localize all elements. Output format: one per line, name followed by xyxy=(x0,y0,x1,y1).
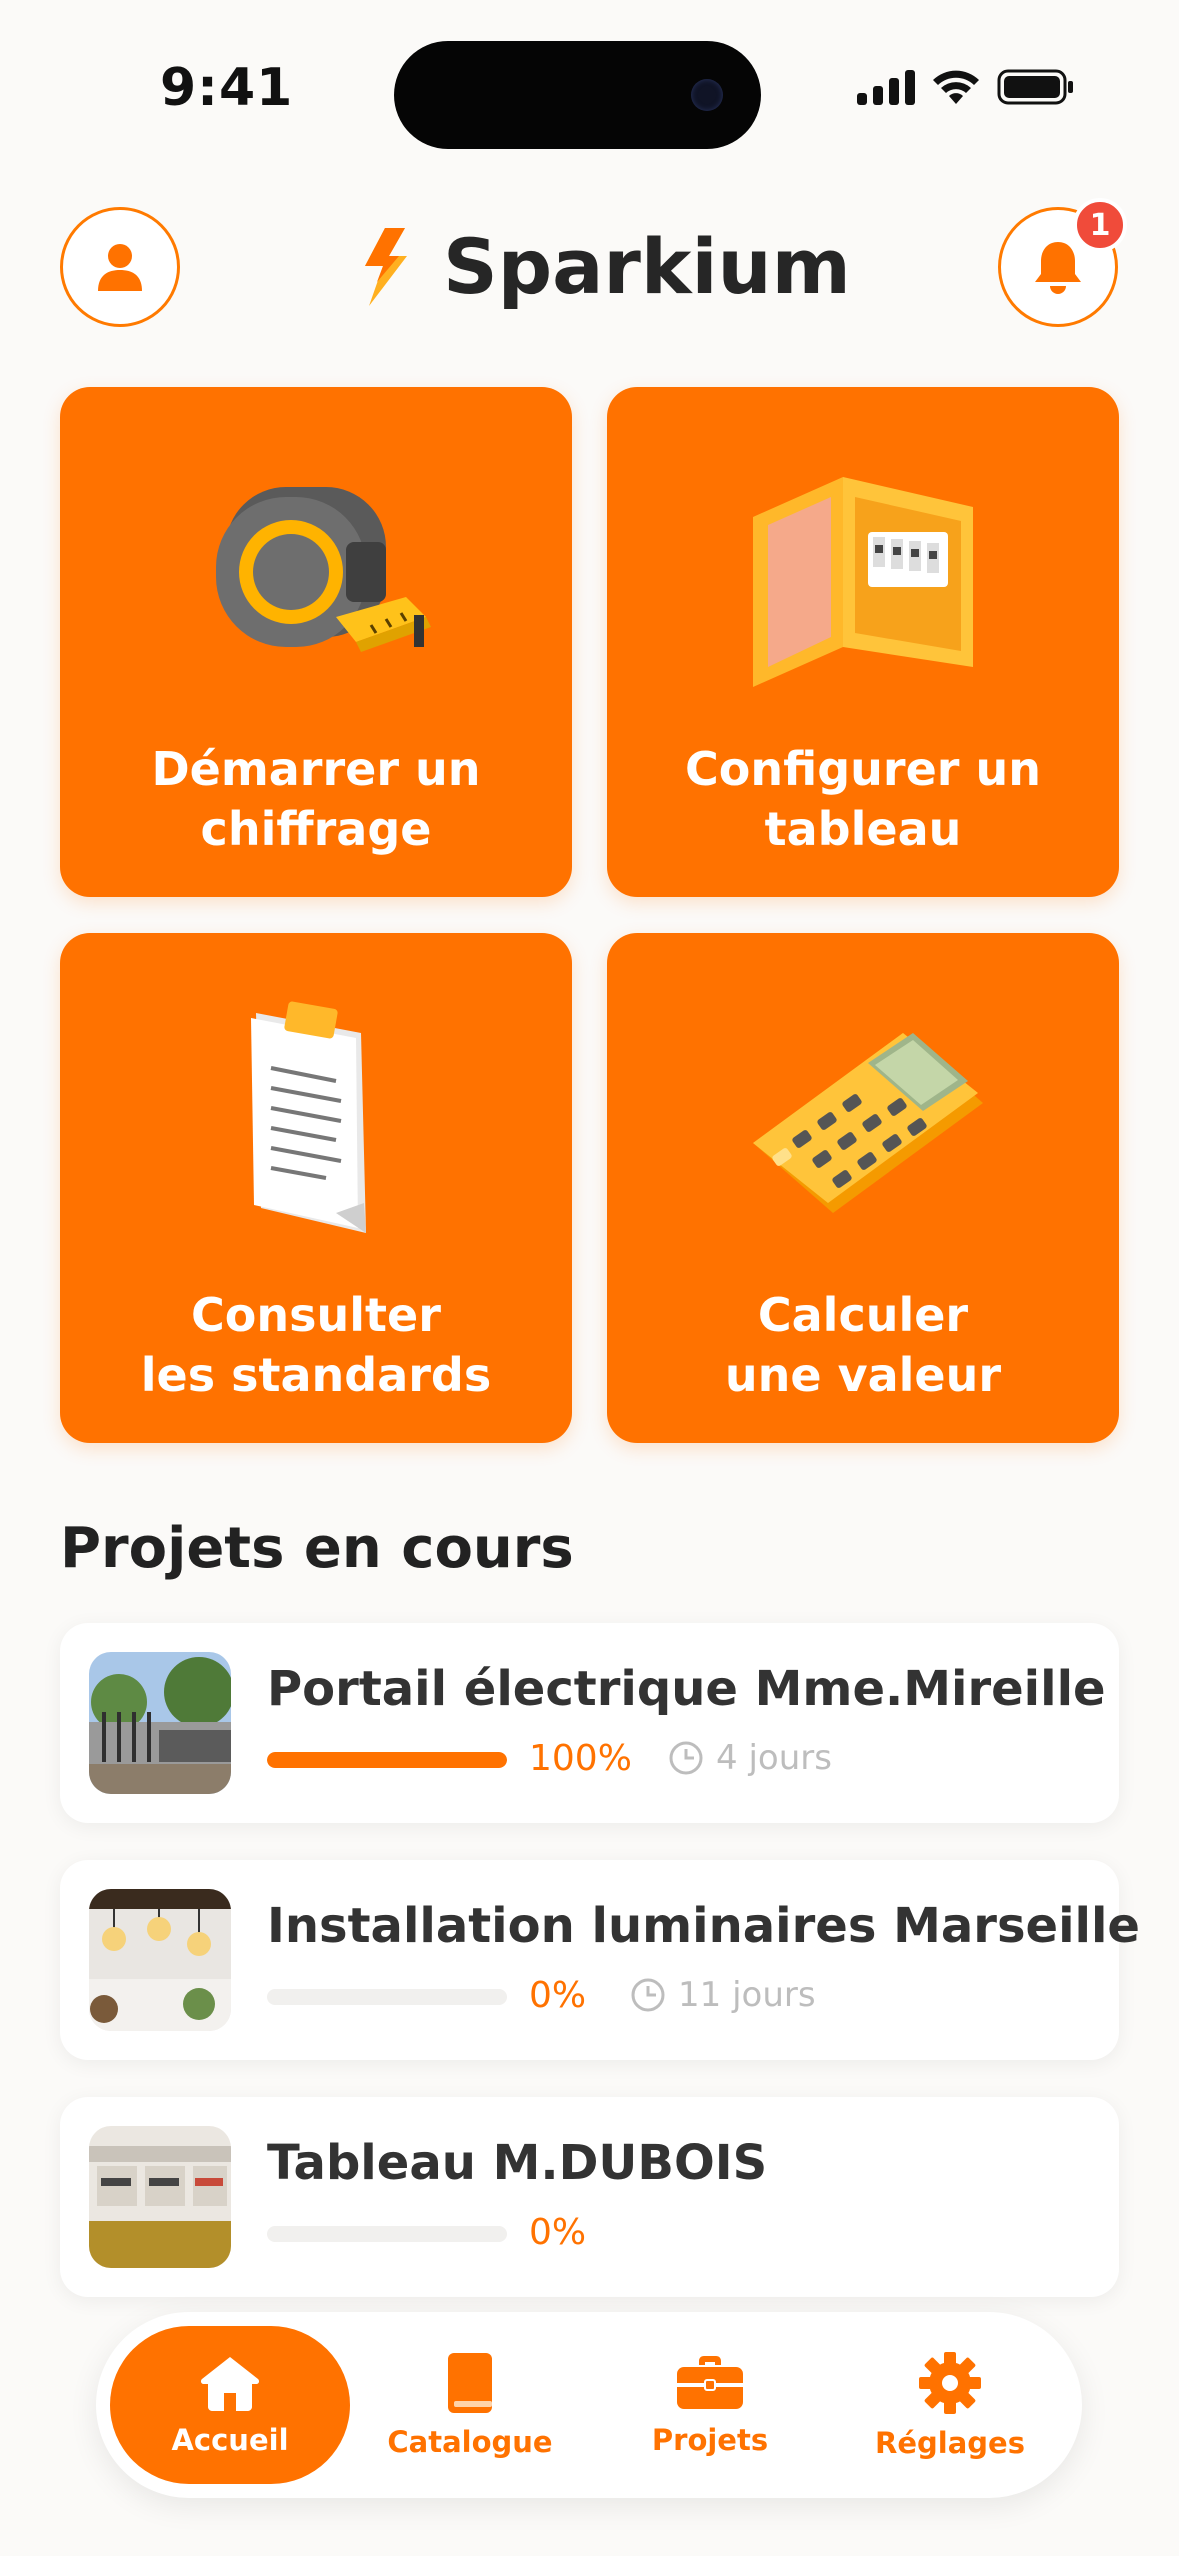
project-thumbnail xyxy=(89,1652,231,1794)
nav-catalogue[interactable]: Catalogue xyxy=(350,2326,590,2484)
consult-standards-tile[interactable]: Consulter les standards xyxy=(60,933,572,1443)
project-card[interactable]: Installation luminaires Marseille 0% 11 … xyxy=(60,1860,1140,2060)
project-progress-bar xyxy=(267,1752,507,1768)
nav-projects[interactable]: Projets xyxy=(590,2326,830,2484)
status-time: 9:41 xyxy=(160,58,294,118)
nav-settings[interactable]: Réglages xyxy=(830,2326,1070,2484)
electrical-panel-icon xyxy=(753,477,973,687)
nav-label: Réglages xyxy=(875,2426,1025,2460)
calculator-icon xyxy=(753,1033,983,1213)
briefcase-icon xyxy=(677,2356,743,2409)
notification-badge: 1 xyxy=(1073,198,1127,252)
bottom-navigation: Accueil Catalogue Projets Réglages xyxy=(96,2312,1082,2498)
clock-icon xyxy=(669,1741,703,1775)
project-duration: 11 jours xyxy=(630,1975,816,2015)
user-icon xyxy=(98,244,142,291)
dynamic-island xyxy=(394,41,761,149)
project-name: Portail électrique Mme.Mireille xyxy=(267,1661,1106,1717)
project-progress-percent: 100% xyxy=(529,1738,632,1779)
app-title: Sparkium xyxy=(443,222,851,311)
projects-section-title: Projets en cours xyxy=(60,1516,574,1581)
project-card[interactable]: Portail électrique Mme.Mireille 100% 4 j… xyxy=(60,1623,1119,1823)
cellular-signal-icon xyxy=(857,69,915,105)
tile-label: Consulter les standards xyxy=(140,1288,492,1402)
nav-home[interactable]: Accueil xyxy=(110,2326,350,2484)
tile-label: Calculer une valeur xyxy=(724,1288,1002,1402)
project-name: Installation luminaires Marseille xyxy=(267,1898,1140,1954)
profile-button[interactable] xyxy=(60,207,180,327)
project-progress-percent: 0% xyxy=(529,2212,587,2253)
bell-icon xyxy=(1035,242,1081,294)
home-icon xyxy=(200,2357,260,2411)
tape-measure-icon xyxy=(216,487,431,652)
project-progress-percent: 0% xyxy=(529,1975,587,2016)
project-thumbnail xyxy=(89,2126,231,2268)
tile-label: Configurer un tableau xyxy=(685,742,1041,856)
nav-label: Accueil xyxy=(171,2423,289,2457)
nav-label: Projets xyxy=(651,2423,769,2457)
project-progress-bar xyxy=(267,2226,507,2242)
start-estimate-tile[interactable]: Démarrer un chiffrage xyxy=(60,387,572,897)
project-days: 11 jours xyxy=(678,1975,816,2015)
clock-icon xyxy=(631,1978,665,2012)
tile-label: Démarrer un chiffrage xyxy=(151,742,481,856)
status-icons xyxy=(857,68,1075,106)
project-card[interactable]: Tableau M.DUBOIS 0% xyxy=(60,2097,1119,2297)
project-name: Tableau M.DUBOIS xyxy=(267,2135,768,2191)
project-days: 4 jours xyxy=(716,1738,832,1778)
project-duration: 4 jours xyxy=(668,1738,832,1778)
brand: Sparkium xyxy=(355,222,851,311)
calculate-value-tile[interactable]: Calculer une valeur xyxy=(607,933,1119,1443)
notifications-button[interactable]: 1 xyxy=(998,198,1127,327)
clipboard-document-icon xyxy=(251,1001,366,1233)
project-progress-bar xyxy=(267,1989,507,2005)
nav-label: Catalogue xyxy=(387,2425,553,2459)
lightning-logo-icon xyxy=(365,227,407,306)
configure-panel-tile[interactable]: Configurer un tableau xyxy=(607,387,1119,897)
wifi-icon xyxy=(933,70,979,104)
book-icon xyxy=(448,2353,492,2413)
battery-icon xyxy=(997,69,1073,105)
gear-icon xyxy=(919,2352,981,2414)
project-thumbnail xyxy=(89,1889,231,2031)
